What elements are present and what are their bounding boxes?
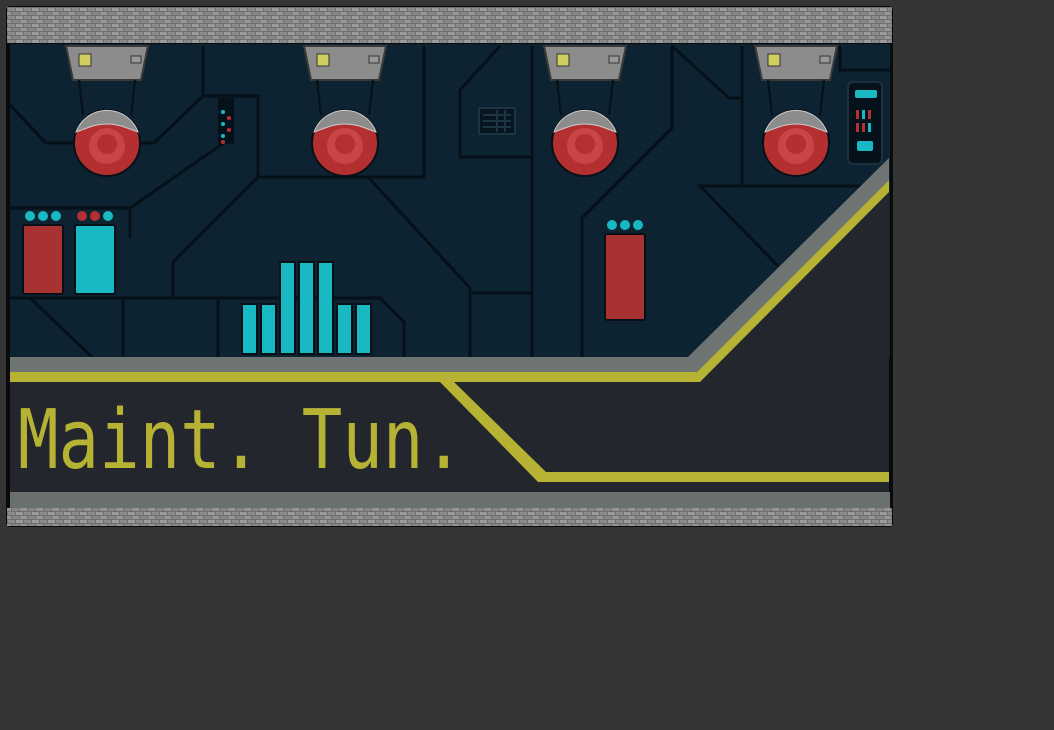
cyan-pipe [317, 261, 334, 355]
cyan-pipe [336, 303, 353, 355]
stone-floor-border [7, 508, 892, 526]
stone-ceiling-border [7, 7, 892, 43]
cyan-pipe [241, 303, 258, 355]
location-name: Maint. Tun. [18, 393, 464, 488]
game-scene: Maint. Tun. [0, 0, 1054, 730]
right-tank [604, 220, 646, 321]
floor-baseboard [10, 492, 890, 508]
red-tank [22, 224, 64, 295]
cyan-pipe [298, 261, 315, 355]
cyan-tank [74, 224, 116, 295]
vent-grate-icon [478, 107, 516, 135]
control-panel-icon [847, 81, 883, 165]
indicator-strip-icon [218, 98, 234, 144]
scene-canvas: Maint. Tun. [6, 6, 893, 527]
cyan-pipe [279, 261, 296, 355]
cyan-pipe [355, 303, 372, 355]
cyan-pipe [260, 303, 277, 355]
